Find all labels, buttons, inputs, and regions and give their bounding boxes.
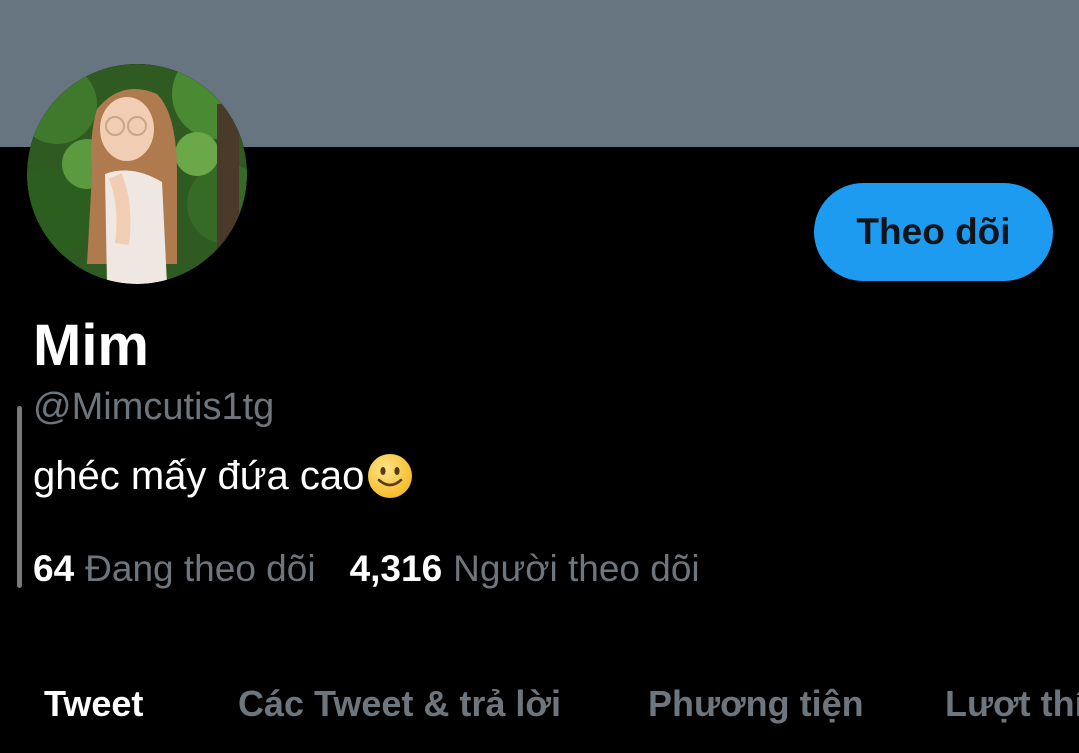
profile-tabs: Tweet Các Tweet & trả lời Phương tiện Lư… [0, 672, 1079, 736]
display-name: Mim [33, 313, 149, 378]
tab-likes[interactable]: Lượt thí [945, 672, 1079, 736]
tab-media[interactable]: Phương tiện [648, 672, 864, 736]
following-count: 64 [33, 548, 75, 589]
profile-bio: ghéc mấy đứa cao [33, 452, 414, 500]
profile-handle: @Mimcutis1tg [33, 386, 275, 428]
follow-stats: 64 Đang theo dõi 4,316 Người theo dõi [33, 547, 700, 591]
following-stat[interactable]: 64 Đang theo dõi [33, 547, 316, 591]
tab-tweets[interactable]: Tweet [44, 672, 143, 736]
bio-text: ghéc mấy đứa cao [33, 454, 365, 498]
profile-page: Theo dõi Mim @Mimcutis1tg ghéc mấy đứa c… [0, 0, 1079, 753]
avatar-photo [27, 64, 247, 284]
followers-label: Người theo dõi [453, 548, 700, 589]
following-label: Đang theo dõi [85, 548, 316, 589]
scroll-indicator[interactable] [17, 406, 22, 588]
avatar[interactable] [27, 64, 247, 284]
tab-tweets-and-replies[interactable]: Các Tweet & trả lời [238, 672, 561, 736]
followers-count: 4,316 [349, 548, 443, 589]
slightly-smiling-face-emoji-icon [368, 454, 413, 498]
follow-button[interactable]: Theo dõi [814, 183, 1053, 281]
followers-stat[interactable]: 4,316 Người theo dõi [350, 547, 700, 591]
